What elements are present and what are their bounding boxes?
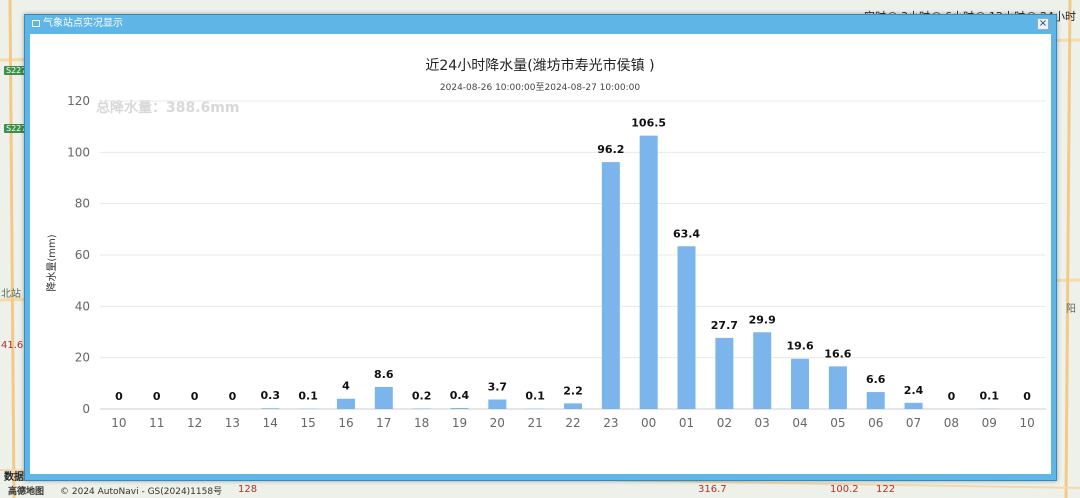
bar-value-label: 0.1: [525, 390, 545, 403]
y-tick-label: 40: [75, 299, 90, 313]
x-axis-ticks: 10 11 12 13 14 15 16 17 18 19 20 21 22 23 00 01 02 03 04 05…: [111, 416, 1034, 430]
bar[interactable]: [639, 135, 658, 409]
bar[interactable]: [866, 392, 885, 409]
bar-value-label: 27.7: [711, 319, 738, 332]
x-tick-label: 02: [717, 416, 732, 430]
bar[interactable]: [828, 366, 847, 409]
x-tick-label: 17: [376, 416, 391, 430]
bar[interactable]: [336, 398, 355, 409]
bar-value-label: 0: [948, 390, 956, 403]
bar[interactable]: [374, 386, 393, 409]
bar-value-label: 16.6: [824, 347, 851, 360]
x-tick-label: 06: [868, 416, 883, 430]
station-dialog: 气象站点实况显示 × 近24小时降水量(潍坊市寿光市侯镇 ) 2024-08-2…: [24, 14, 1057, 481]
y-axis-ticks: 0 20 40 60 80 100 120: [67, 94, 90, 416]
x-tick-label: 00: [641, 416, 656, 430]
dialog-title: 气象站点实况显示: [43, 18, 123, 29]
y-axis-label: 降水量(mm): [45, 234, 58, 291]
bar-value-label: 0.1: [298, 390, 318, 403]
bar-value-label: 0.3: [261, 389, 281, 402]
map-logo: 高德地图: [8, 487, 45, 497]
bar-value-label: 6.6: [866, 373, 886, 386]
x-tick-label: 03: [755, 416, 770, 430]
bar-value-label: 0: [115, 390, 123, 403]
bar[interactable]: [412, 408, 431, 409]
x-tick-label: 20: [490, 416, 505, 430]
bar[interactable]: [261, 408, 280, 409]
y-tick-label: 100: [67, 145, 90, 159]
x-tick-label: 22: [565, 416, 580, 430]
bar-value-label: 8.6: [374, 368, 394, 381]
chart-title: 近24小时降水量(潍坊市寿光市侯镇 ): [425, 57, 654, 74]
grid-lines: [100, 100, 1046, 410]
data-label: 数据: [4, 472, 24, 483]
total-precip-label: 总降水量：388.6mm: [96, 99, 239, 116]
bar-value-label: 0: [1023, 390, 1031, 403]
bar[interactable]: [677, 246, 696, 409]
map-place-label: 阳: [1066, 304, 1076, 315]
x-tick-label: 10: [111, 416, 126, 430]
x-tick-label: 14: [263, 416, 278, 430]
bar-value-label: 0: [191, 390, 199, 403]
x-tick-label: 18: [414, 416, 429, 430]
x-tick-label: 15: [300, 416, 315, 430]
window-icon: [32, 20, 40, 27]
bar-value-label: 0: [229, 390, 237, 403]
x-tick-label: 09: [982, 416, 997, 430]
bar[interactable]: [488, 399, 507, 409]
x-tick-label: 19: [452, 416, 467, 430]
bar-value-label: 29.9: [749, 313, 776, 326]
bar[interactable]: [753, 332, 772, 409]
x-tick-label: 21: [528, 416, 543, 430]
bar-value-label: 0.2: [412, 389, 432, 402]
y-tick-label: 20: [75, 351, 90, 365]
bar[interactable]: [601, 162, 620, 409]
map-place-label: 北站: [1, 289, 21, 300]
x-tick-label: 08: [944, 416, 959, 430]
dialog-titlebar[interactable]: 气象站点实况显示 ×: [25, 15, 1056, 33]
bar[interactable]: [450, 407, 469, 409]
x-tick-label: 11: [149, 416, 164, 430]
bar[interactable]: [904, 402, 923, 409]
dialog-body: 近24小时降水量(潍坊市寿光市侯镇 ) 2024-08-26 10:00:00至…: [30, 34, 1051, 474]
bar[interactable]: [564, 403, 582, 409]
bar[interactable]: [791, 358, 810, 409]
x-tick-label: 13: [225, 416, 240, 430]
bar[interactable]: [715, 337, 734, 409]
x-tick-label: 05: [830, 416, 845, 430]
y-tick-label: 80: [75, 197, 90, 211]
bar-value-label: 0: [153, 390, 161, 403]
bar-value-label: 0.1: [979, 390, 999, 403]
map-footer: 数据 高德地图 © 2024 AutoNavi - GS(2024)1158号: [0, 472, 1080, 498]
bar-value-label: 2.4: [904, 384, 924, 397]
data-labels: 0 0 0 0 0.3 0.1 4 8.6 0.2 0.4 3.7 0.1 2.2 96.2 106.5 63…: [115, 117, 1031, 403]
y-tick-label: 60: [75, 248, 90, 262]
bar-value-label: 63.4: [673, 227, 700, 240]
x-tick-label: 12: [187, 416, 202, 430]
x-tick-label: 16: [338, 416, 353, 430]
bar-value-label: 2.2: [563, 384, 583, 397]
map-value-label: 41.6: [1, 340, 24, 351]
map-copyright: © 2024 AutoNavi - GS(2024)1158号: [60, 487, 223, 497]
chart-subtitle: 2024-08-26 10:00:00至2024-08-27 10:00:00: [440, 82, 640, 93]
precipitation-chart: 近24小时降水量(潍坊市寿光市侯镇 ) 2024-08-26 10:00:00至…: [45, 57, 1046, 430]
x-tick-label: 01: [679, 416, 694, 430]
bar-value-label: 96.2: [597, 143, 624, 156]
bar-value-label: 19.6: [786, 340, 813, 353]
y-tick-label: 120: [67, 94, 90, 108]
bar-value-label: 3.7: [488, 381, 508, 394]
y-tick-label: 0: [82, 402, 90, 416]
bar-value-label: 0.4: [450, 389, 470, 402]
bar-value-label: 106.5: [631, 117, 666, 130]
x-tick-label: 07: [906, 416, 921, 430]
bar-value-label: 4: [342, 380, 350, 393]
x-tick-label: 10: [1019, 416, 1034, 430]
close-button[interactable]: ×: [1037, 18, 1049, 30]
bars: [261, 135, 999, 409]
x-tick-label: 04: [792, 416, 807, 430]
x-tick-label: 23: [603, 416, 618, 430]
